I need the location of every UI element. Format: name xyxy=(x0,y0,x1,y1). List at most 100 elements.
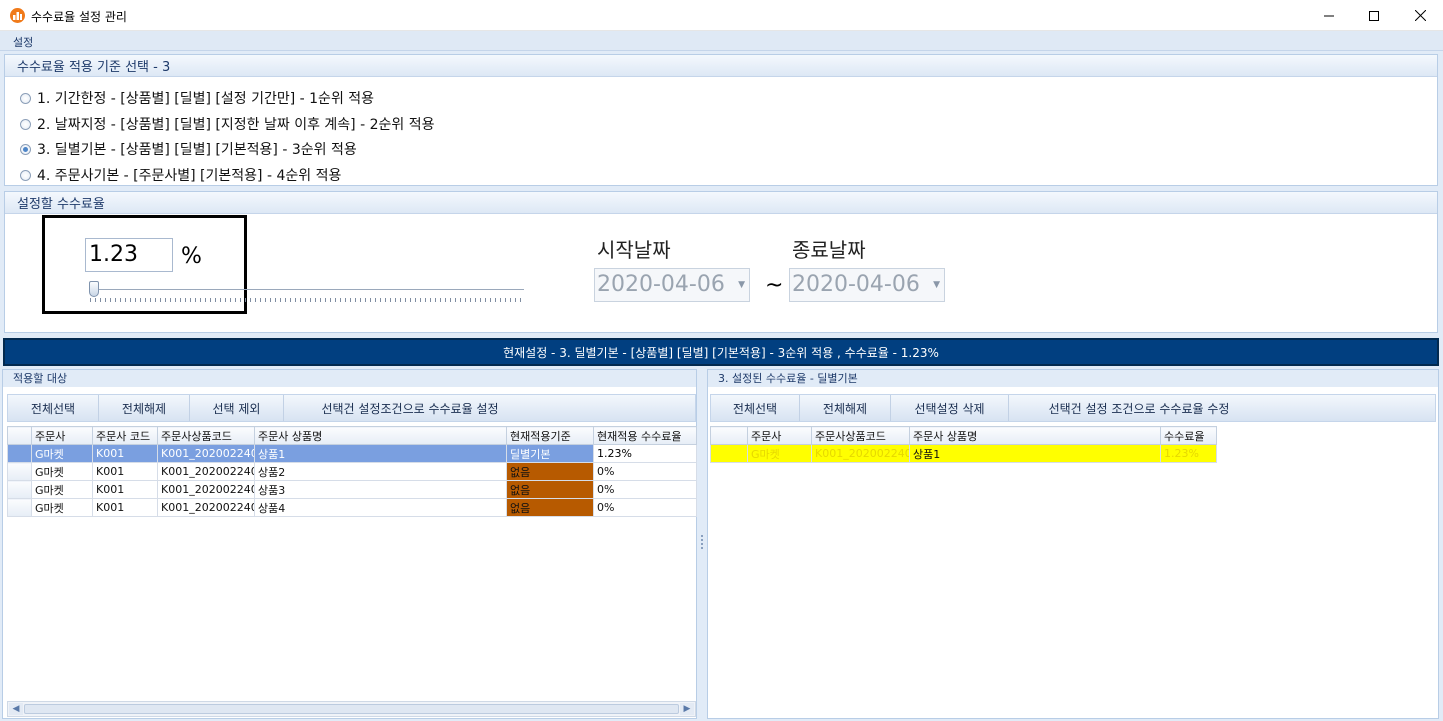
table-row[interactable]: G마켓 K001 K001_2020022400: 상품3 없음 0% xyxy=(7,480,697,499)
configured-toolbar: 전체선택 전체해제 선택설정 삭제 선택건 설정 조건으로 수수료율 수정 xyxy=(710,394,1436,422)
criteria-group: 수수료율 적용 기준 선택 - 3 1. 기간한정 - [상품별] [딜별] [… xyxy=(4,54,1438,186)
column-header[interactable]: 현재적용 수수료율 xyxy=(593,426,697,445)
table-row[interactable]: G마켓 K001 K001_2020022400: 상품2 없음 0% xyxy=(7,462,697,481)
cell-code: K001 xyxy=(92,498,158,517)
main-area: 수수료율 적용 기준 선택 - 3 1. 기간한정 - [상품별] [딜별] [… xyxy=(0,51,1443,721)
radio-icon[interactable] xyxy=(20,118,31,130)
modify-rate-button[interactable]: 선택건 설정 조건으로 수수료율 수정 xyxy=(1009,395,1269,421)
rate-slider-thumb[interactable] xyxy=(89,281,99,297)
date-range-separator: ~ xyxy=(765,273,784,298)
close-button[interactable] xyxy=(1397,0,1443,31)
criteria-option-4[interactable]: 4. 주문사기본 - [주문사별] [기본적용] - 4순위 적용 xyxy=(20,165,341,185)
cell-code: K001 xyxy=(92,480,158,499)
chevron-down-icon[interactable]: ▼ xyxy=(738,269,745,301)
column-header[interactable]: 주문사 상품명 xyxy=(909,426,1161,445)
start-date-label: 시작날짜 xyxy=(597,238,671,262)
cell-code: K001 xyxy=(92,462,158,481)
cell-product-code: K001_2020022400: xyxy=(157,462,255,481)
delete-selected-button[interactable]: 선택설정 삭제 xyxy=(891,395,1009,421)
cell-product-code: K001_2020022400: xyxy=(157,480,255,499)
close-icon xyxy=(1414,10,1426,21)
radio-checked-icon[interactable] xyxy=(20,143,31,155)
rate-header: 설정할 수수료율 xyxy=(5,192,1437,214)
target-table: 주문사 주문사 코드 주문사상품코드 주문사 상품명 현재적용기준 현재적용 수… xyxy=(7,426,697,517)
horizontal-scrollbar[interactable]: ◀ ▶ xyxy=(7,701,696,717)
app-logo-icon xyxy=(10,8,25,23)
rate-input[interactable]: 1.23 xyxy=(85,238,173,272)
cell-product-code: K001_2020022400: xyxy=(811,444,910,463)
table-row[interactable]: G마켓 K001 K001_2020022400: 상품4 없음 0% xyxy=(7,498,697,517)
menu-settings[interactable]: 설정 xyxy=(13,34,33,50)
table-row[interactable]: G마켓 K001 K001_2020022400: 상품1 딜별기본 1.23% xyxy=(7,444,697,463)
cell-rate: 0% xyxy=(593,480,697,499)
table-header-row: 주문사 주문사 코드 주문사상품코드 주문사 상품명 현재적용기준 현재적용 수… xyxy=(7,426,697,445)
column-header[interactable]: 주문사상품코드 xyxy=(157,426,255,445)
select-all-button[interactable]: 전체선택 xyxy=(8,395,99,421)
rate-slider-track[interactable] xyxy=(90,289,524,290)
scroll-thumb[interactable] xyxy=(24,704,679,714)
criteria-option-1[interactable]: 1. 기간한정 - [상품별] [딜별] [설정 기간만] - 1순위 적용 xyxy=(20,88,374,108)
cell-vendor: G마켓 xyxy=(31,462,93,481)
column-header[interactable]: 수수료율 xyxy=(1160,426,1217,445)
cell-rate: 0% xyxy=(593,498,697,517)
end-date-value: 2020-04-06 xyxy=(792,272,920,297)
select-all-button[interactable]: 전체선택 xyxy=(711,395,800,421)
cell-product-name: 상품3 xyxy=(254,480,507,499)
cell-basis: 없음 xyxy=(506,480,594,499)
radio-icon[interactable] xyxy=(20,92,31,104)
deselect-all-button[interactable]: 전체해제 xyxy=(800,395,891,421)
cell-product-name: 상품4 xyxy=(254,498,507,517)
cell-code: K001 xyxy=(92,444,158,463)
row-header-corner xyxy=(710,426,748,445)
cell-product-code: K001_2020022400: xyxy=(157,444,255,463)
chevron-down-icon[interactable]: ▼ xyxy=(933,269,940,301)
cell-basis: 없음 xyxy=(506,462,594,481)
cell-basis: 없음 xyxy=(506,498,594,517)
deselect-all-button[interactable]: 전체해제 xyxy=(99,395,190,421)
target-toolbar: 전체선택 전체해제 선택 제외 선택건 설정조건으로 수수료율 설정 xyxy=(7,394,696,422)
criteria-header: 수수료율 적용 기준 선택 - 3 xyxy=(5,55,1437,77)
title-bar: 수수료율 설정 관리 xyxy=(0,0,1443,31)
cell-product-name: 상품1 xyxy=(909,444,1161,463)
radio-icon[interactable] xyxy=(20,169,31,181)
current-setting-bar: 현재설정 - 3. 딜별기본 - [상품별] [딜별] [기본적용] - 3순위… xyxy=(3,338,1439,366)
panel-splitter[interactable] xyxy=(698,369,707,719)
cell-vendor: G마켓 xyxy=(747,444,812,463)
maximize-button[interactable] xyxy=(1351,0,1397,31)
criteria-option-label: 1. 기간한정 - [상품별] [딜별] [설정 기간만] - 1순위 적용 xyxy=(37,91,375,107)
column-header[interactable]: 주문사상품코드 xyxy=(811,426,910,445)
row-header[interactable] xyxy=(7,480,32,499)
column-header[interactable]: 주문사 코드 xyxy=(92,426,158,445)
row-header[interactable] xyxy=(710,444,748,463)
scroll-right-icon[interactable]: ▶ xyxy=(680,703,694,715)
column-header[interactable]: 주문사 xyxy=(747,426,812,445)
minimize-button[interactable] xyxy=(1306,0,1352,31)
start-date-value: 2020-04-06 xyxy=(597,272,725,297)
criteria-option-2[interactable]: 2. 날짜지정 - [상품별] [딜별] [지정한 날짜 이후 계속] - 2순… xyxy=(20,114,434,134)
start-date-picker[interactable]: 2020-04-06 ▼ xyxy=(594,268,750,302)
rate-slider-ticks xyxy=(90,298,524,302)
criteria-option-label: 3. 딜별기본 - [상품별] [딜별] [기본적용] - 3순위 적용 xyxy=(37,142,357,158)
column-header[interactable]: 주문사 xyxy=(31,426,93,445)
configured-table: 주문사 주문사상품코드 주문사 상품명 수수료율 G마켓 K001_202002… xyxy=(710,426,1217,463)
cell-rate: 1.23% xyxy=(593,444,697,463)
end-date-picker[interactable]: 2020-04-06 ▼ xyxy=(789,268,945,302)
exclude-selected-button[interactable]: 선택 제외 xyxy=(190,395,284,421)
row-header[interactable] xyxy=(7,444,32,463)
target-panel-title: 적용할 대상 xyxy=(3,370,696,387)
table-row[interactable]: G마켓 K001_2020022400: 상품1 1.23% xyxy=(710,444,1217,463)
cell-basis: 딜별기본 xyxy=(506,444,594,463)
cell-product-name: 상품1 xyxy=(254,444,507,463)
cell-vendor: G마켓 xyxy=(31,498,93,517)
row-header[interactable] xyxy=(7,462,32,481)
apply-rate-button[interactable]: 선택건 설정조건으로 수수료율 설정 xyxy=(284,395,536,421)
column-header[interactable]: 주문사 상품명 xyxy=(254,426,507,445)
column-header[interactable]: 현재적용기준 xyxy=(506,426,594,445)
scroll-left-icon[interactable]: ◀ xyxy=(9,703,23,715)
target-panel: 적용할 대상 전체선택 전체해제 선택 제외 선택건 설정조건으로 수수료율 설… xyxy=(2,369,697,719)
criteria-option-3[interactable]: 3. 딜별기본 - [상품별] [딜별] [기본적용] - 3순위 적용 xyxy=(20,139,357,159)
row-header[interactable] xyxy=(7,498,32,517)
end-date-label: 종료날짜 xyxy=(792,238,866,262)
cell-vendor: G마켓 xyxy=(31,444,93,463)
percent-label: % xyxy=(181,244,202,269)
